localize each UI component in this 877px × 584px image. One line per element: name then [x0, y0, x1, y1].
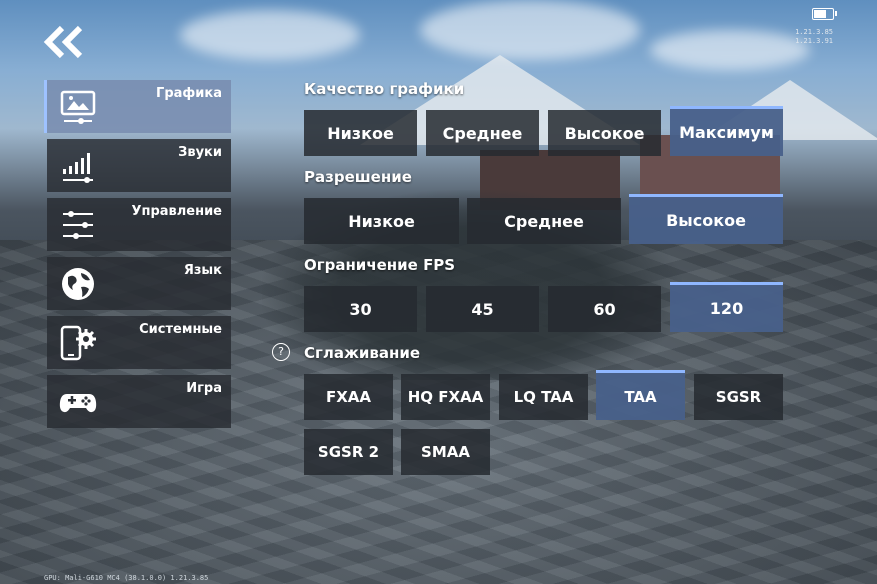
aa-option-taa[interactable]: TAA [596, 370, 685, 420]
graphics-quality-option-max[interactable]: Максимум [670, 106, 783, 156]
globe-icon [62, 268, 94, 300]
sidebar-item-sounds[interactable]: Звуки [47, 139, 231, 192]
sidebar-item-system[interactable]: Системные [47, 316, 231, 369]
sidebar-item-language[interactable]: Язык [47, 257, 231, 310]
aa-option-smaa[interactable]: SMAA [401, 429, 490, 475]
graphics-quality-option-medium[interactable]: Среднее [426, 110, 539, 156]
battery-icon [812, 8, 837, 20]
sidebar-item-game[interactable]: Игра [47, 375, 231, 428]
sidebar-item-graphics[interactable]: Графика [44, 80, 231, 133]
question-mark-icon[interactable]: ? [272, 343, 290, 361]
aa-option-sgsr[interactable]: SGSR [694, 374, 783, 420]
version-line-1: 1.21.3.85 [795, 28, 833, 36]
resolution-option-high[interactable]: Высокое [629, 194, 783, 244]
sidebar-item-label: Графика [156, 86, 222, 101]
settings-sidebar: Графика Звуки Управление Язык Системные … [44, 80, 231, 434]
fps-option-120[interactable]: 120 [670, 282, 783, 332]
graphics-quality-option-high[interactable]: Высокое [548, 110, 661, 156]
double-chevron-left-icon [43, 25, 83, 59]
fps-option-45[interactable]: 45 [426, 286, 539, 332]
sidebar-item-label: Игра [186, 381, 222, 396]
gpu-info-text: GPU: Mali-G610 MC4 (38.1.0.0) 1.21.3.85 [44, 574, 209, 582]
fps-limit-title: Ограничение FPS [304, 256, 456, 274]
aa-option-hq-fxaa[interactable]: HQ FXAA [401, 374, 490, 420]
resolution-option-medium[interactable]: Среднее [467, 198, 621, 244]
sidebar-item-label: Управление [131, 204, 222, 219]
graphics-quality-title: Качество графики [304, 80, 465, 98]
sidebar-item-label: Системные [139, 322, 222, 337]
resolution-option-low[interactable]: Низкое [304, 198, 459, 244]
sidebar-item-label: Звуки [178, 145, 222, 160]
fps-option-60[interactable]: 60 [548, 286, 661, 332]
sidebar-item-controls[interactable]: Управление [47, 198, 231, 251]
back-button[interactable] [42, 25, 86, 59]
display-settings-icon [60, 90, 96, 124]
volume-bars-icon [63, 153, 93, 183]
aa-option-fxaa[interactable]: FXAA [304, 374, 393, 420]
sliders-icon [63, 211, 93, 239]
sidebar-item-label: Язык [183, 263, 222, 278]
aa-option-lq-taa[interactable]: LQ TAA [499, 374, 588, 420]
fps-option-30[interactable]: 30 [304, 286, 417, 332]
version-line-2: 1.21.3.91 [795, 37, 833, 45]
resolution-title: Разрешение [304, 168, 412, 186]
antialiasing-title: Сглаживание [304, 344, 421, 362]
graphics-quality-option-low[interactable]: Низкое [304, 110, 417, 156]
gamepad-icon [59, 394, 97, 413]
aa-option-sgsr-2[interactable]: SGSR 2 [304, 429, 393, 475]
phone-gear-icon [60, 325, 96, 361]
